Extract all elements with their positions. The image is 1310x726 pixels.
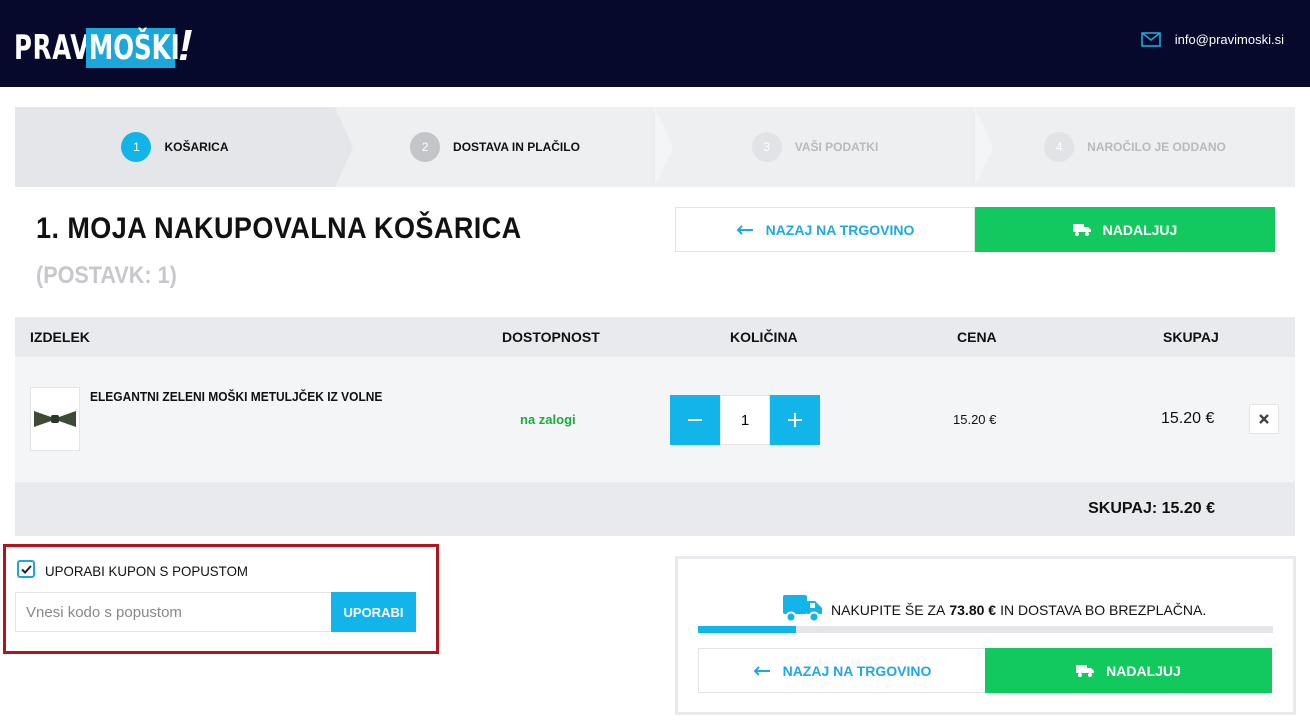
shipping-amount: 73.80 € <box>949 601 997 618</box>
product-name[interactable]: ELEGANTNI ZELENI MOŠKI METULJČEK IZ VOLN… <box>90 389 382 404</box>
shipping-progress-fill <box>698 626 796 633</box>
step-divider <box>975 107 993 187</box>
free-shipping-message: NAKUPITE ŠE ZA 73.80 € IN DOSTAVA BO BRE… <box>783 592 1206 627</box>
apply-coupon-button[interactable]: UPORABI <box>331 592 416 632</box>
table-row: ELEGANTNI ZELENI MOŠKI METULJČEK IZ VOLN… <box>15 357 1295 482</box>
truck-icon <box>1072 223 1091 236</box>
quantity-increase-button[interactable] <box>770 395 820 445</box>
col-availability: DOSTOPNOST <box>502 329 600 345</box>
page-title: 1. MOJA NAKUPOVALNA KOŠARICA <box>36 212 522 245</box>
step-delivery[interactable]: 2 DOSTAVA IN PLAČILO <box>335 107 673 187</box>
item-count: (POSTAVK: 1) <box>36 262 177 289</box>
mail-icon <box>1140 32 1161 47</box>
step-label: VAŠI PODATKI <box>794 140 879 154</box>
logo-moski-text: MOŠKI <box>86 28 180 68</box>
site-logo[interactable]: PRAVI MOŠKI ! <box>14 18 193 68</box>
continue-button-bottom[interactable]: NADALJUJ <box>985 648 1272 693</box>
shipping-text-before: NAKUPITE ŠE ZA <box>831 601 946 618</box>
cart-summary: SKUPAJ: 15.20 € <box>15 482 1295 536</box>
checkout-steps: 1 KOŠARICA 2 DOSTAVA IN PLAČILO 3 VAŠI P… <box>15 107 1295 187</box>
arrow-left-icon <box>736 224 754 235</box>
shipping-text-after: IN DOSTAVA BO BREZPLAČNA. <box>1000 601 1207 618</box>
checkmark-icon <box>20 564 32 574</box>
step-number: 3 <box>751 132 782 162</box>
step-order-placed[interactable]: 4 NAROČILO JE ODDANO <box>975 107 1295 187</box>
col-price: CENA <box>957 329 997 345</box>
remove-item-button[interactable] <box>1249 404 1279 434</box>
close-icon <box>1259 414 1269 424</box>
step-label: KOŠARICA <box>164 140 229 154</box>
continue-button[interactable]: NADALJUJ <box>975 207 1275 252</box>
bow-tie-icon <box>34 411 76 427</box>
free-shipping-box: NAKUPITE ŠE ZA 73.80 € IN DOSTAVA BO BRE… <box>675 556 1296 715</box>
step-divider <box>655 107 673 187</box>
step-label: DOSTAVA IN PLAČILO <box>453 140 580 154</box>
step-label: NAROČILO JE ODDANO <box>1087 140 1226 154</box>
logo-exclamation: ! <box>178 21 193 70</box>
quantity-decrease-button[interactable] <box>670 395 720 445</box>
unit-price: 15.20 € <box>953 412 997 427</box>
minus-icon <box>688 419 702 421</box>
coupon-code-input[interactable] <box>15 592 333 632</box>
site-header: PRAVI MOŠKI ! info@pravimoski.si <box>0 0 1310 87</box>
step-your-data[interactable]: 3 VAŠI PODATKI <box>655 107 993 187</box>
step-number: 1 <box>121 132 152 162</box>
continue-label: NADALJUJ <box>1102 221 1178 238</box>
step-divider <box>335 107 353 187</box>
delivery-truck-icon <box>783 592 823 627</box>
back-to-shop-button[interactable]: NAZAJ NA TRGOVINO <box>675 207 975 252</box>
step-number: 2 <box>410 132 441 162</box>
back-to-shop-label: NAZAJ NA TRGOVINO <box>765 221 915 238</box>
back-to-shop-button-bottom[interactable]: NAZAJ NA TRGOVINO <box>698 648 986 693</box>
step-number: 4 <box>1044 132 1075 162</box>
plus-icon <box>788 413 802 427</box>
col-product: IZDELEK <box>30 329 90 345</box>
contact-email[interactable]: info@pravimoski.si <box>1140 32 1284 47</box>
continue-label: NADALJUJ <box>1106 662 1181 679</box>
back-to-shop-label: NAZAJ NA TRGOVINO <box>782 662 932 679</box>
coupon-checkbox[interactable] <box>17 560 35 578</box>
product-image[interactable] <box>30 387 80 451</box>
col-quantity: KOLIČINA <box>730 329 798 345</box>
contact-email-text: info@pravimoski.si <box>1174 32 1284 47</box>
arrow-left-icon <box>753 665 771 676</box>
row-total: 15.20 € <box>1161 410 1215 427</box>
cart-total: SKUPAJ: 15.20 € <box>1088 500 1215 517</box>
coupon-label[interactable]: UPORABI KUPON S POPUSTOM <box>45 563 248 579</box>
col-total: SKUPAJ <box>1163 329 1219 345</box>
coupon-section: UPORABI KUPON S POPUSTOM UPORABI <box>3 544 439 654</box>
logo-pravi-text: PRAVI <box>14 28 100 68</box>
truck-icon <box>1076 664 1095 677</box>
quantity-input[interactable] <box>720 395 770 445</box>
shipping-progress-bar <box>698 626 1273 633</box>
step-cart[interactable]: 1 KOŠARICA <box>15 107 353 187</box>
availability-status: na zalogi <box>520 412 576 427</box>
cart-table-header: IZDELEK DOSTOPNOST KOLIČINA CENA SKUPAJ <box>15 317 1295 357</box>
